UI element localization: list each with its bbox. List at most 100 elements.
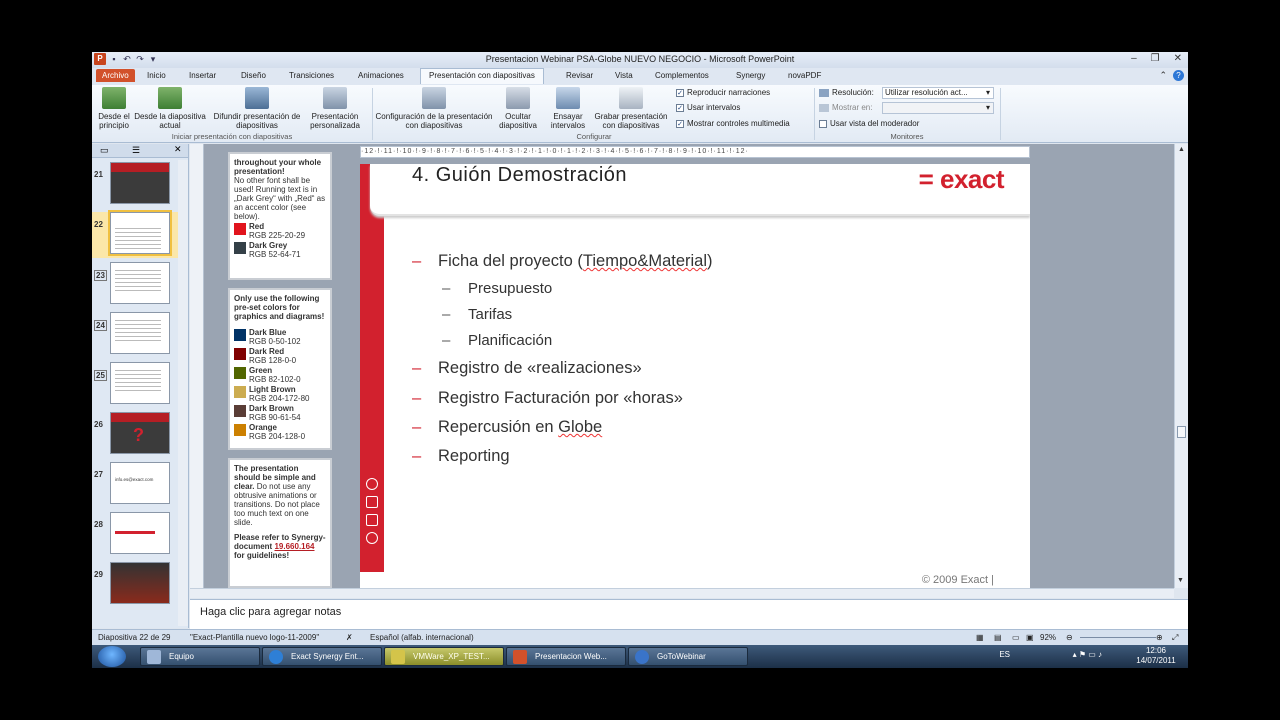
tab-transiciones[interactable]: Transiciones (289, 71, 334, 80)
scrollbar-thumb[interactable] (1177, 426, 1186, 438)
zoom-level[interactable]: 92% (1040, 633, 1056, 642)
thumbnail-slide-22[interactable]: 22 (92, 210, 182, 258)
taskbar-item-equipo[interactable]: Equipo (140, 647, 260, 666)
zoom-out-icon[interactable]: ⊖ (1066, 633, 1073, 642)
start-button[interactable] (98, 646, 126, 667)
fit-window-icon[interactable]: ⤢ (1172, 633, 1178, 643)
from-current-button[interactable]: Desde la diapositiva actual (134, 87, 206, 130)
tab-revisar[interactable]: Revisar (566, 71, 593, 80)
normal-view-icon[interactable]: ▦ (976, 633, 984, 642)
reading-view-icon[interactable]: ▭ (1012, 633, 1020, 642)
thumbnail-number: 29 (94, 570, 103, 579)
slide-sorter-icon[interactable]: ▤ (994, 633, 1002, 642)
color-swatch: Green RGB 82-102-0 (234, 366, 326, 384)
clock-date: 14/07/2011 (1136, 656, 1176, 665)
clock-time: 12:06 (1145, 646, 1167, 655)
hide-slide-button[interactable]: Ocultar diapositiva (494, 87, 542, 130)
setup-show-button[interactable]: Configuración de la presentación con dia… (374, 87, 494, 130)
tab-inicio[interactable]: Inicio (147, 71, 166, 80)
spellcheck-icon[interactable]: ✗ (346, 633, 353, 642)
thumbnail-slide-29[interactable]: 29 (92, 562, 182, 608)
swatch-rgb: RGB 204-128-0 (249, 432, 306, 441)
scroll-up-icon[interactable]: ▲ (1175, 146, 1188, 153)
notes-pane[interactable]: Haga clic para agregar notas (190, 599, 1188, 629)
clock[interactable]: 12:06 14/07/2011 (1134, 646, 1178, 666)
tab-presentacion[interactable]: Presentación con diapositivas (420, 68, 544, 84)
theme-name[interactable]: "Exact-Plantilla nuevo logo-11-2009" (190, 633, 319, 642)
synergy-document-link[interactable]: 19.660.164 (274, 542, 314, 551)
language-indicator[interactable]: ES (999, 650, 1010, 659)
record-show-button[interactable]: Grabar presentación con diapositivas (590, 87, 672, 130)
broadcast-button[interactable]: Difundir presentación de diapositivas (212, 87, 302, 130)
bullet-text: Reporting (438, 447, 510, 465)
ribbon-right-controls: ⌃ ? (1159, 70, 1184, 81)
guideline-reference-end: for guidelines! (234, 551, 290, 560)
group-monitors-label: Monitores (890, 132, 924, 141)
tray-icons[interactable]: ▴ ⚑ ▭ ♪ (1073, 650, 1102, 659)
maximize-icon[interactable]: ❐ (1151, 53, 1160, 64)
thumbnail-slide-24[interactable]: 24 (92, 312, 182, 358)
swatch-rgb: RGB 225-20-29 (249, 231, 306, 240)
bullet-dash-icon: – (412, 418, 422, 436)
slides-tab-icon[interactable]: ▭ (100, 145, 109, 156)
outline-tab-icon[interactable]: ☰ (132, 145, 140, 156)
thumbnail-slide-21[interactable]: 21 (92, 162, 182, 208)
chk-timings[interactable]: ✓ Usar intervalos (676, 103, 740, 112)
thumbnail-number: 22 (94, 220, 103, 229)
thumbnail-scrollbar[interactable] (178, 160, 188, 626)
taskbar-item-label: Presentacion Web... (535, 652, 607, 661)
tab-novapdf[interactable]: novaPDF (788, 71, 821, 80)
sub-bullet-text: Presupuesto (468, 280, 553, 297)
slide-canvas[interactable]: 4. Guión Demostración = exact – Ficha de… (360, 164, 1030, 588)
tab-insertar[interactable]: Insertar (189, 71, 216, 80)
tab-diseno[interactable]: Diseño (241, 71, 266, 80)
guidelines-box-font: throughout your whole presentation! No o… (228, 152, 332, 280)
taskbar-item-vmware[interactable]: VMWare_XP_TEST... (384, 647, 504, 666)
tab-animaciones[interactable]: Animaciones (358, 71, 404, 80)
language[interactable]: Español (alfab. internacional) (370, 633, 474, 642)
editor-horizontal-scrollbar[interactable] (190, 588, 1174, 598)
tab-complementos[interactable]: Complementos (655, 71, 709, 80)
bullet-dash-icon: – (412, 447, 422, 465)
vmware-icon (391, 650, 405, 664)
chk-narrations[interactable]: ✓ Reproducir narraciones (676, 88, 770, 97)
zoom-slider[interactable] (1080, 637, 1156, 638)
thumbnail-number: 27 (94, 470, 103, 479)
zoom-in-icon[interactable]: ⊕ (1156, 633, 1163, 642)
setup-show-icon (422, 87, 446, 109)
minimize-icon[interactable]: – (1131, 53, 1137, 64)
thumbnail-number: 25 (94, 370, 107, 381)
thumbnail-slide-26[interactable]: 26 ? (92, 412, 182, 458)
close-pane-icon[interactable]: ✕ (174, 144, 182, 155)
thumbnail-slide-28[interactable]: 28 (92, 512, 182, 558)
rehearse-timings-button[interactable]: Ensayar intervalos (546, 87, 590, 130)
tab-archivo[interactable]: Archivo (96, 69, 135, 82)
tab-vista[interactable]: Vista (615, 71, 633, 80)
thumbnail-slide-27[interactable]: 27 info.es@exact.com (92, 462, 182, 508)
chk-presenter-view[interactable]: Usar vista del moderador (819, 119, 919, 128)
chk-media-controls[interactable]: ✓ Mostrar controles multimedia (676, 119, 790, 128)
from-beginning-button[interactable]: Desde el principio (96, 87, 132, 130)
thumbnail-image: ? (110, 412, 170, 454)
help-icon[interactable]: ? (1173, 70, 1184, 81)
show-on-dropdown[interactable]: ▾ (882, 102, 994, 114)
thumbnail-slide-23[interactable]: 23 (92, 262, 182, 308)
resolution-dropdown[interactable]: Utilizar resolución act... ▾ (882, 87, 994, 99)
tab-synergy[interactable]: Synergy (736, 71, 765, 80)
collapse-ribbon-icon[interactable]: ⌃ (1159, 70, 1167, 81)
slideshow-view-icon[interactable]: ▣ (1026, 633, 1034, 642)
taskbar-item-powerpoint[interactable]: Presentacion Web... (506, 647, 626, 666)
next-slide-icon[interactable]: ▼ (1177, 577, 1184, 584)
swatch-name: Red (249, 222, 265, 231)
taskbar-item-label: VMWare_XP_TEST... (413, 652, 490, 661)
close-icon[interactable]: ✕ (1174, 53, 1182, 64)
resolution-label: Resolución: (832, 88, 874, 97)
custom-show-button[interactable]: Presentación personalizada (302, 87, 368, 130)
swatch-name: Dark Brown (249, 404, 294, 413)
taskbar-item-ie[interactable]: Exact Synergy Ent... (262, 647, 382, 666)
taskbar-item-gotowebinar[interactable]: GoToWebinar (628, 647, 748, 666)
slide-title-box[interactable]: 4. Guión Demostración = exact (370, 164, 1030, 216)
editor-vertical-scrollbar[interactable]: ▲ ▼ (1174, 144, 1188, 588)
checkbox-checked-icon: ✓ (676, 103, 684, 112)
thumbnail-slide-25[interactable]: 25 (92, 362, 182, 408)
